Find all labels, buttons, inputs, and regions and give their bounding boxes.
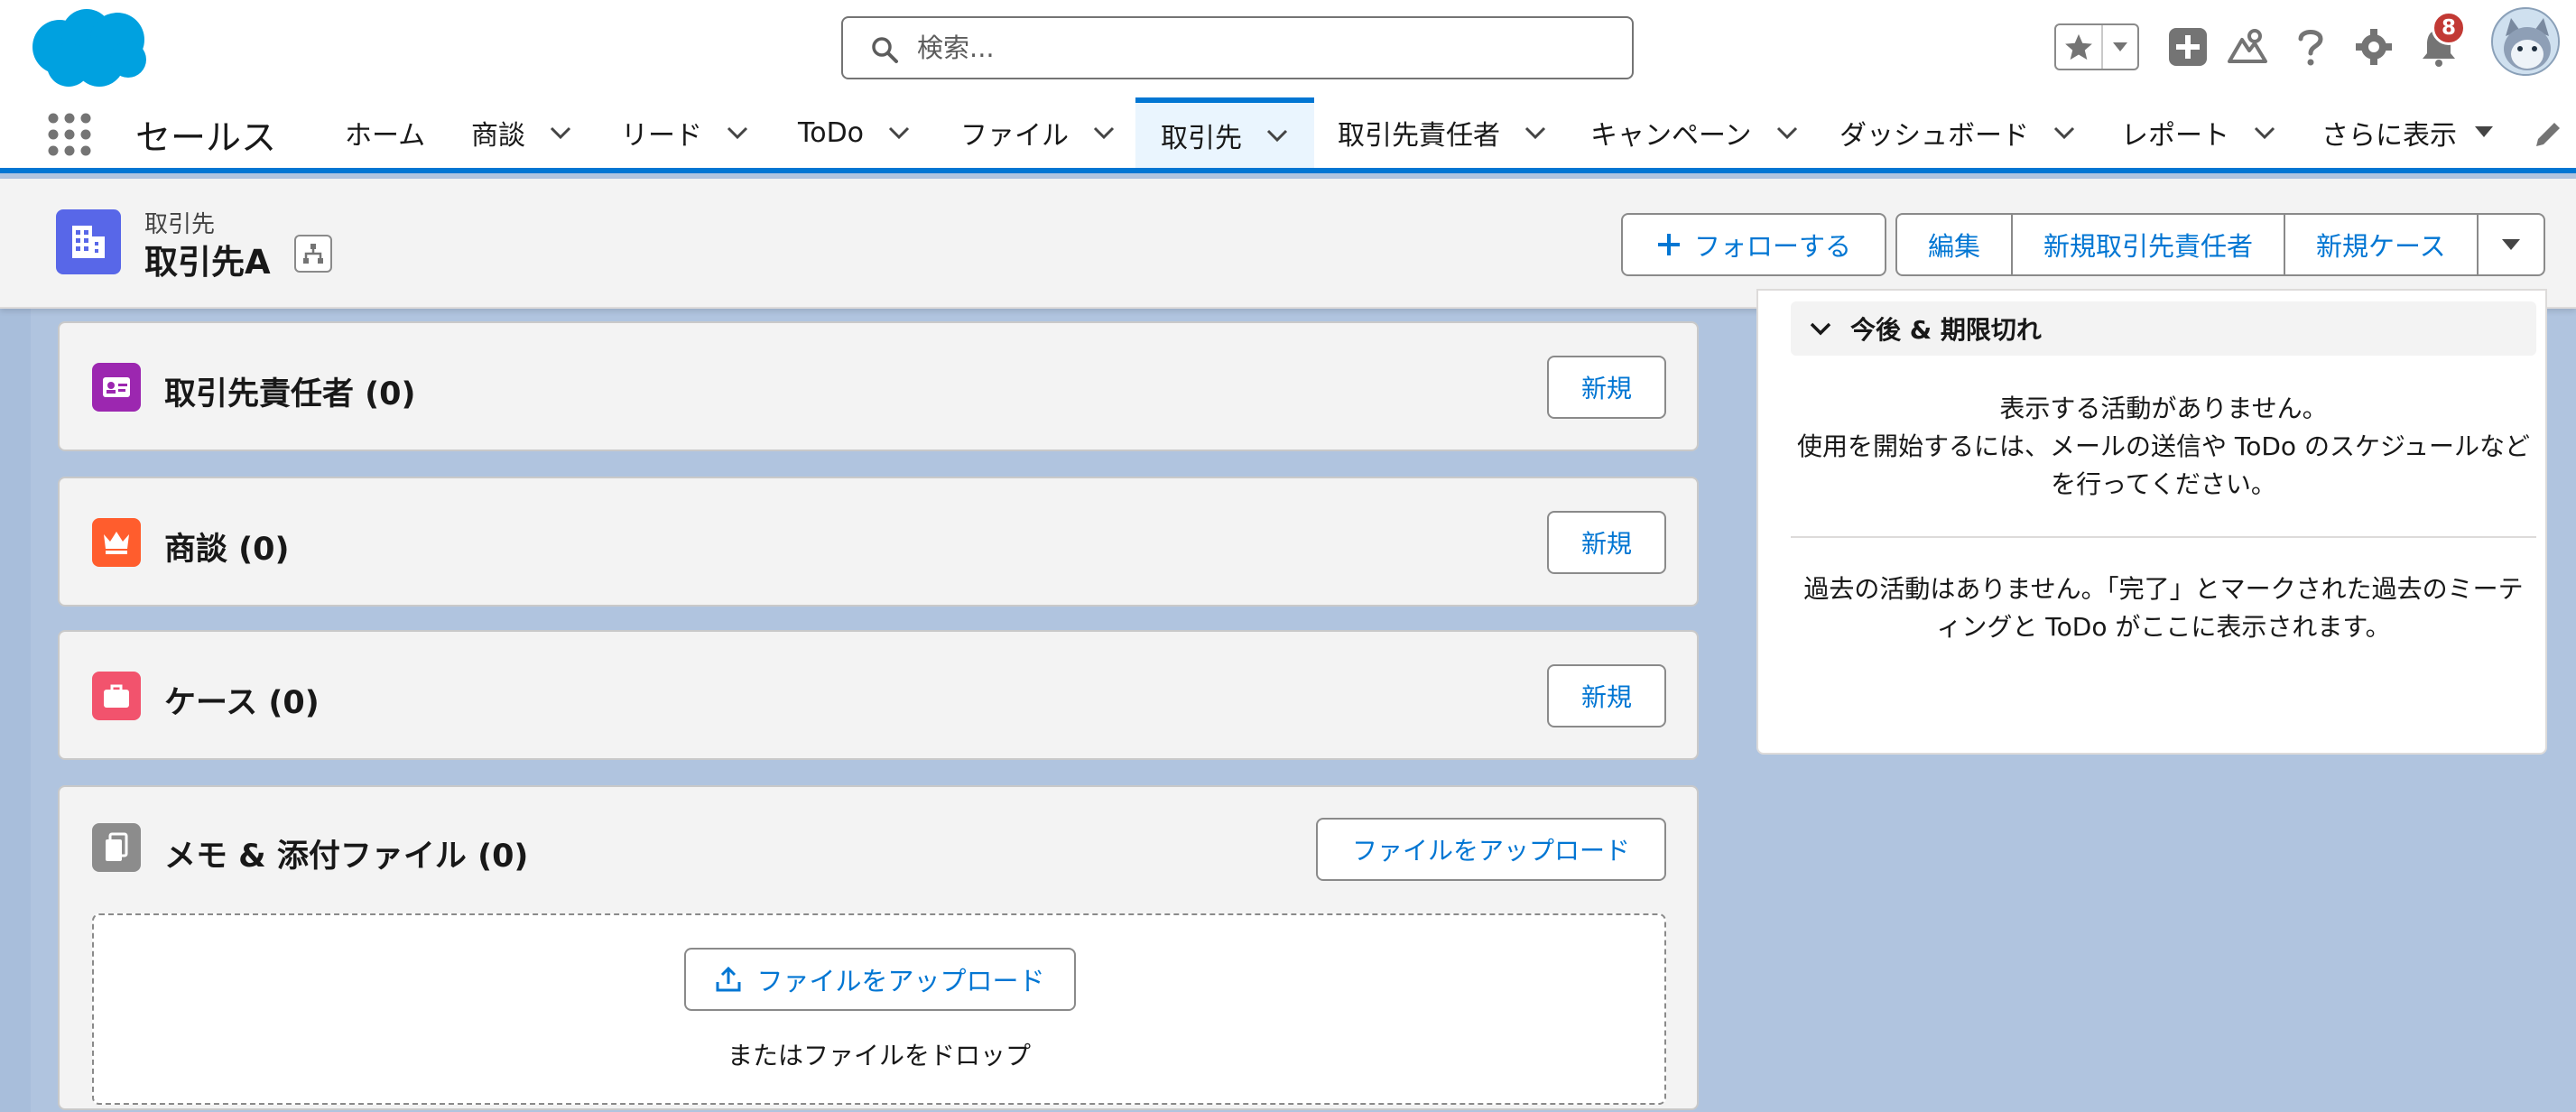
no-activity-line-2: 使用を開始するには、メールの送信や ToDo のスケジュールなど [1796, 431, 2530, 461]
file-drop-zone[interactable]: ファイルをアップロード またはファイルをドロップ [92, 913, 1666, 1105]
account-icon [56, 209, 121, 274]
activity-panel: 今後 & 期限切れ 表示する活動がありません。 使用を開始するには、メールの送信… [1756, 289, 2547, 755]
chevron-down-icon[interactable] [2052, 121, 2076, 144]
search-input[interactable] [917, 25, 1603, 70]
upload-file-label: ファイルをアップロード [756, 966, 1045, 996]
chevron-down-icon[interactable] [2253, 121, 2276, 144]
app-nav-bar: セールス ホーム 商談 リード ToDo ファイル 取引先 取引先責任者 キャン… [0, 97, 2576, 173]
chevron-down-icon [1810, 322, 1831, 336]
nav-item-campaigns[interactable]: キャンペーン [1590, 97, 1799, 168]
no-activity-line-3: を行ってください。 [2051, 469, 2276, 499]
nav-item-label: ホーム [345, 120, 426, 152]
nav-item-label: キャンペーン [1590, 120, 1752, 152]
nav-item-home[interactable]: ホーム [345, 97, 425, 168]
related-list-title[interactable]: メモ & 添付ファイル (0) [164, 830, 528, 876]
related-list-title[interactable]: 商談 (0) [164, 524, 290, 570]
new-contact-button[interactable]: 新規取引先責任者 [2013, 215, 2286, 274]
drop-files-text: またはファイルをドロップ [727, 1041, 1031, 1070]
chevron-down-icon[interactable] [1265, 124, 1289, 147]
chevron-down-icon[interactable] [549, 121, 572, 144]
plus-icon [1657, 234, 1680, 255]
notification-badge: 8 [2432, 11, 2466, 45]
related-list-opportunities: 商談 (0) 新規 [58, 477, 1699, 607]
avatar[interactable] [2491, 7, 2560, 76]
page-background-strip [0, 309, 31, 1112]
opportunity-icon [92, 518, 141, 567]
nav-more-label: さらに表示 [2321, 120, 2457, 152]
nav-item-dashboards[interactable]: ダッシュボード [1839, 97, 2076, 168]
upload-icon [716, 966, 741, 992]
nav-item-leads[interactable]: リード [621, 97, 749, 168]
new-case-button[interactable]: 新規ケース [2285, 215, 2479, 274]
past-activity-line-2: ィングと ToDo がここに表示されます。 [1936, 612, 2391, 642]
cloud-logo[interactable] [27, 5, 150, 88]
new-case-list-button[interactable]: 新規 [1547, 664, 1666, 727]
caret-down-icon [2501, 239, 2520, 250]
nav-item-label: レポート [2121, 120, 2229, 152]
nav-item-label: ファイル [960, 120, 1069, 152]
nav-item-files[interactable]: ファイル [960, 97, 1116, 168]
chevron-down-icon[interactable] [726, 121, 749, 144]
upload-file-button[interactable]: ファイルをアップロード [684, 948, 1076, 1011]
chevron-down-icon[interactable] [1775, 121, 1799, 144]
nav-item-opportunities[interactable]: 商談 [471, 97, 572, 168]
trailhead-icon[interactable] [2224, 23, 2271, 70]
new-contact-list-button[interactable]: 新規 [1547, 356, 1666, 419]
global-header: 8 [0, 0, 2576, 97]
related-list-title[interactable]: ケース (0) [164, 677, 320, 723]
search-icon [872, 37, 898, 63]
app-launcher-icon[interactable] [47, 112, 92, 157]
nav-item-label: ToDo [798, 116, 865, 149]
nav-item-label: 取引先責任者 [1338, 120, 1500, 152]
pencil-icon[interactable] [2533, 119, 2563, 150]
chevron-down-icon[interactable] [1524, 121, 1547, 144]
upcoming-overdue-header[interactable]: 今後 & 期限切れ [1791, 301, 2536, 356]
case-icon [92, 672, 141, 720]
favorites-group[interactable] [2054, 23, 2139, 70]
nav-item-todo[interactable]: ToDo [798, 97, 911, 168]
gear-icon[interactable] [2350, 23, 2397, 70]
app-name: セールス [135, 118, 277, 159]
new-opportunity-button[interactable]: 新規 [1547, 511, 1666, 574]
help-icon[interactable] [2287, 23, 2334, 70]
chevron-down-icon[interactable] [2103, 25, 2137, 69]
related-list-cases: ケース (0) 新規 [58, 630, 1699, 760]
more-actions-button[interactable] [2479, 215, 2544, 274]
follow-label: フォローする [1693, 231, 1851, 262]
global-search[interactable] [841, 16, 1634, 79]
follow-button[interactable]: フォローする [1621, 213, 1886, 276]
chevron-down-icon[interactable] [887, 121, 911, 144]
divider [1791, 536, 2536, 538]
upcoming-overdue-label: 今後 & 期限切れ [1850, 315, 2042, 345]
nav-item-accounts[interactable]: 取引先 [1135, 97, 1314, 168]
nav-item-label: リード [621, 120, 702, 152]
caret-down-icon[interactable] [2473, 125, 2495, 139]
contact-icon [92, 363, 141, 412]
nav-item-label: ダッシュボード [1839, 120, 2029, 152]
record-title: 取引先A [144, 243, 271, 282]
past-activity-line-1: 過去の活動はありません。「完了」とマークされた過去のミーテ [1803, 574, 2524, 604]
related-list-notes-attachments: メモ & 添付ファイル (0) ファイルをアップロード ファイルをアップロード … [58, 785, 1699, 1110]
attachment-icon [92, 823, 141, 872]
upload-files-button[interactable]: ファイルをアップロード [1316, 818, 1666, 881]
related-list-contacts: 取引先責任者 (0) 新規 [58, 321, 1699, 451]
hierarchy-button[interactable] [294, 235, 332, 273]
no-activity-line-1: 表示する活動がありません。 [1999, 394, 2328, 423]
chevron-down-icon[interactable] [1092, 121, 1116, 144]
add-icon[interactable] [2164, 23, 2211, 70]
nav-item-reports[interactable]: レポート [2121, 97, 2276, 168]
edit-button[interactable]: 編集 [1897, 215, 2014, 274]
nav-item-label: 商談 [471, 120, 525, 152]
hierarchy-icon [303, 244, 323, 264]
star-icon[interactable] [2056, 25, 2103, 69]
related-list-title[interactable]: 取引先責任者 (0) [164, 368, 416, 414]
nav-item-label: 取引先 [1161, 123, 1242, 154]
nav-item-more[interactable]: さらに表示 [2321, 97, 2457, 168]
record-actions: 編集 新規取引先責任者 新規ケース [1895, 213, 2545, 276]
nav-item-contacts[interactable]: 取引先責任者 [1338, 97, 1547, 168]
